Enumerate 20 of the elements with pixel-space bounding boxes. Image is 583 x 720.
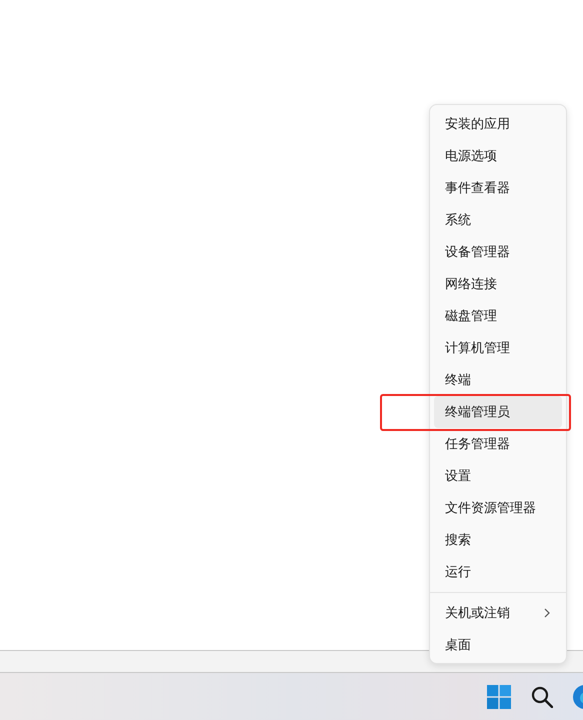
menu-item[interactable]: 关机或注销	[434, 597, 562, 629]
menu-item[interactable]: 任务管理器	[434, 428, 562, 460]
menu-item[interactable]: 事件查看器	[434, 172, 562, 204]
menu-item[interactable]: 桌面	[434, 629, 562, 661]
windows-icon[interactable]	[487, 684, 511, 708]
menu-item[interactable]: 设备管理器	[434, 236, 562, 268]
menu-item[interactable]: 搜索	[434, 524, 562, 556]
menu-item[interactable]: 终端管理员	[434, 396, 562, 428]
menu-item[interactable]: 电源选项	[434, 140, 562, 172]
menu-item[interactable]: 终端	[434, 364, 562, 396]
menu-item[interactable]: 磁盘管理	[434, 300, 562, 332]
menu-item[interactable]: 网络连接	[434, 268, 562, 300]
menu-item[interactable]: 系统	[434, 204, 562, 236]
menu-item[interactable]: 文件资源管理器	[434, 492, 562, 524]
chevron-right-icon	[543, 608, 551, 618]
menu-item[interactable]: 运行	[434, 556, 562, 588]
search-icon[interactable]	[531, 686, 553, 708]
menu-item[interactable]: 安装的应用	[434, 108, 562, 140]
menu-item[interactable]: 计算机管理	[434, 332, 562, 364]
menu-item[interactable]: 设置	[434, 460, 562, 492]
